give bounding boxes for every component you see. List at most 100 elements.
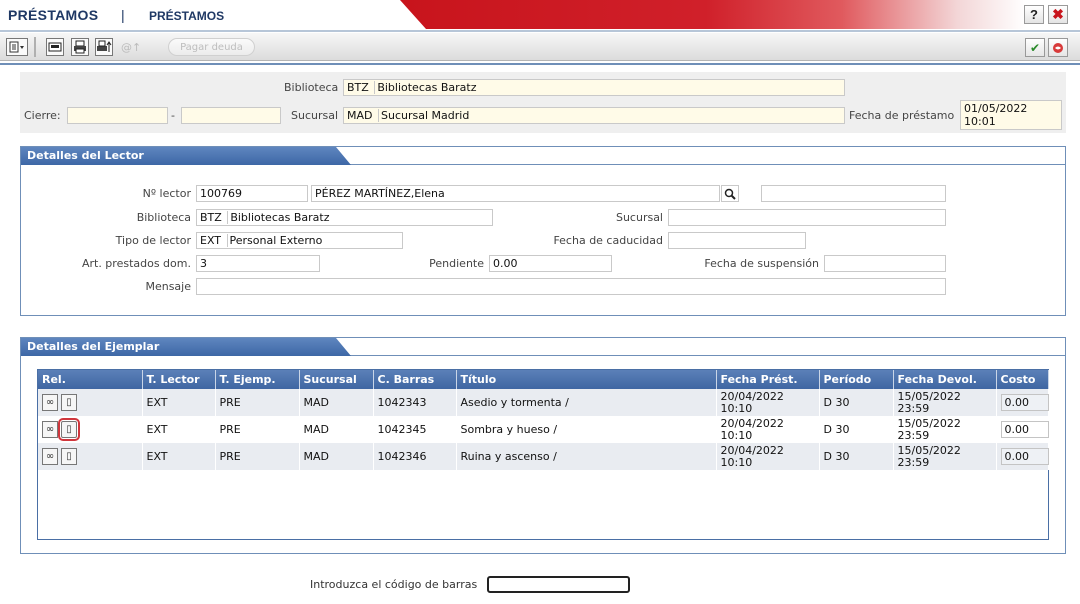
sucursal-cell: MAD (299, 389, 374, 416)
titulo-cell: Asedio y tormenta / (456, 389, 717, 416)
caducidad-field[interactable] (668, 232, 806, 249)
numero-lector-label: Nº lector (142, 187, 191, 200)
filter-biblioteca-field[interactable]: BTZ Bibliotecas Baratz (343, 79, 845, 96)
toolbar-divider (0, 63, 1080, 65)
fecha-prest-cell: 20/04/2022 10:10 (716, 416, 820, 443)
help-button[interactable]: ? (1024, 5, 1044, 24)
fecha-prestamo-time: 10:01 (964, 115, 996, 128)
filter-biblioteca-code: BTZ (347, 81, 369, 94)
prestados-label: Art. prestados dom. (81, 257, 191, 270)
link-icon[interactable]: ∞ (42, 421, 58, 438)
column-header-rel[interactable]: Rel. (38, 370, 143, 389)
column-header-t-lector[interactable]: T. Lector (142, 370, 216, 389)
t-lector-cell: EXT (142, 389, 216, 416)
fecha-devol-cell: 15/05/2022 23:59 (893, 443, 997, 470)
table-row[interactable]: ∞ ▯ EXT PRE MAD 1042343 Asedio y tormenta… (38, 389, 1049, 416)
fecha-devol-cell: 15/05/2022 23:59 (893, 389, 997, 416)
loans-table-container: Rel. T. Lector T. Ejemp. Sucursal C. Bar… (37, 369, 1049, 540)
title-separator: | (121, 7, 125, 23)
document-icon[interactable]: ▯ (61, 394, 77, 411)
column-header-fecha-devol[interactable]: Fecha Devol. (893, 370, 997, 389)
cierre-to-field[interactable] (181, 107, 281, 124)
nombre-lector-field[interactable]: PÉREZ MARTÍNEZ,Elena (311, 185, 720, 202)
tipo-lector-label: Tipo de lector (115, 234, 191, 247)
column-header-sucursal[interactable]: Sucursal (299, 370, 374, 389)
costo-field[interactable]: 0.00 (1000, 448, 1049, 465)
app-title: PRÉSTAMOS (8, 7, 99, 23)
table-row[interactable]: ∞ ▯ EXT PRE MAD 1042345 Sombra y hueso / … (38, 416, 1049, 443)
ejemplar-panel-title: Detalles del Ejemplar (21, 338, 351, 356)
t-ejemp-cell: PRE (215, 389, 300, 416)
tipo-lector-field[interactable]: EXT Personal Externo (196, 232, 403, 249)
lector-sucursal-label: Sucursal (615, 211, 663, 224)
barras-cell: 1042346 (373, 443, 457, 470)
fecha-prestamo-field[interactable]: 01/05/2022 10:01 (960, 100, 1062, 130)
costo-cell: 0.00 (996, 416, 1049, 443)
confirm-check-icon[interactable]: ✔ (1025, 38, 1045, 57)
filter-sucursal-field[interactable]: MAD Sucursal Madrid (343, 107, 845, 124)
link-icon[interactable]: ∞ (42, 394, 58, 411)
link-icon[interactable]: ∞ (42, 448, 58, 465)
costo-cell: 0.00 (996, 443, 1049, 470)
mensaje-field[interactable] (196, 278, 946, 295)
lector-sucursal-field[interactable] (668, 209, 946, 226)
t-ejemp-cell: PRE (215, 416, 300, 443)
rel-cell: ∞ ▯ (38, 389, 143, 416)
t-lector-cell: EXT (142, 443, 216, 470)
lector-panel-header: Detalles del Lector (21, 147, 1065, 165)
close-button[interactable]: ✖ (1048, 5, 1068, 24)
lector-biblioteca-label: Biblioteca (136, 211, 191, 224)
print-export-icon[interactable] (95, 38, 113, 56)
mensaje-label: Mensaje (145, 280, 191, 293)
column-header-titulo[interactable]: Título (456, 370, 717, 389)
caducidad-label: Fecha de caducidad (553, 234, 663, 247)
periodo-cell: D 30 (819, 389, 894, 416)
cancel-icon[interactable] (1048, 38, 1068, 57)
list-menu-icon[interactable] (6, 38, 28, 56)
sucursal-cell: MAD (299, 416, 374, 443)
print-icon[interactable] (71, 38, 89, 56)
fecha-prest-cell: 20/04/2022 10:10 (716, 389, 820, 416)
loans-table: Rel. T. Lector T. Ejemp. Sucursal C. Bar… (38, 370, 1049, 470)
filter-biblioteca-label: Biblioteca (284, 81, 339, 94)
fecha-prest-time: 10:10 (720, 428, 753, 442)
fecha-devol-cell: 15/05/2022 23:59 (893, 416, 997, 443)
barcode-input[interactable] (487, 576, 630, 593)
lector-biblioteca-name: Bibliotecas Baratz (227, 211, 330, 224)
card-icon[interactable] (46, 38, 64, 56)
header-divider (0, 30, 1080, 32)
table-row[interactable]: ∞ ▯ EXT PRE MAD 1042346 Ruina y ascenso /… (38, 443, 1049, 470)
column-header-periodo[interactable]: Período (819, 370, 894, 389)
cierre-separator: - (171, 109, 175, 122)
cierre-label: Cierre: (24, 109, 61, 122)
column-header-t-ejemp[interactable]: T. Ejemp. (215, 370, 300, 389)
fecha-devol-date: 15/05/2022 (897, 443, 961, 457)
fecha-devol-date: 15/05/2022 (897, 389, 961, 403)
periodo-cell: D 30 (819, 443, 894, 470)
lector-extra-field[interactable] (761, 185, 946, 202)
toolbar: @↑ Pagar deuda ✔ (0, 33, 1080, 61)
periodo-cell: D 30 (819, 416, 894, 443)
fecha-prest-time: 10:10 (720, 401, 753, 415)
suspension-field[interactable] (824, 255, 946, 272)
column-header-c-barras[interactable]: C. Barras (373, 370, 457, 389)
pay-debt-button[interactable]: Pagar deuda (168, 38, 255, 56)
filter-sucursal-code: MAD (347, 109, 373, 122)
fecha-prest-date: 20/04/2022 (720, 443, 784, 457)
header-red-band (400, 0, 1080, 29)
costo-field[interactable]: 0.00 (1000, 421, 1049, 438)
document-icon[interactable]: ▯ (58, 418, 80, 441)
pendiente-field[interactable]: 0.00 (489, 255, 612, 272)
fecha-devol-time: 23:59 (897, 455, 930, 469)
lector-biblioteca-code: BTZ (200, 211, 222, 224)
search-icon[interactable] (721, 185, 739, 202)
column-header-fecha-prest[interactable]: Fecha Prést. (716, 370, 820, 389)
column-header-costo[interactable]: Costo (996, 370, 1049, 389)
document-icon[interactable]: ▯ (61, 448, 77, 465)
lector-biblioteca-field[interactable]: BTZ Bibliotecas Baratz (196, 209, 493, 226)
header-bar: PRÉSTAMOS | PRÉSTAMOS ? ✖ (0, 0, 1080, 31)
prestados-field[interactable]: 3 (196, 255, 320, 272)
cierre-from-field[interactable] (67, 107, 168, 124)
costo-field[interactable]: 0.00 (1000, 394, 1049, 411)
numero-lector-input[interactable]: 100769 (196, 185, 308, 202)
